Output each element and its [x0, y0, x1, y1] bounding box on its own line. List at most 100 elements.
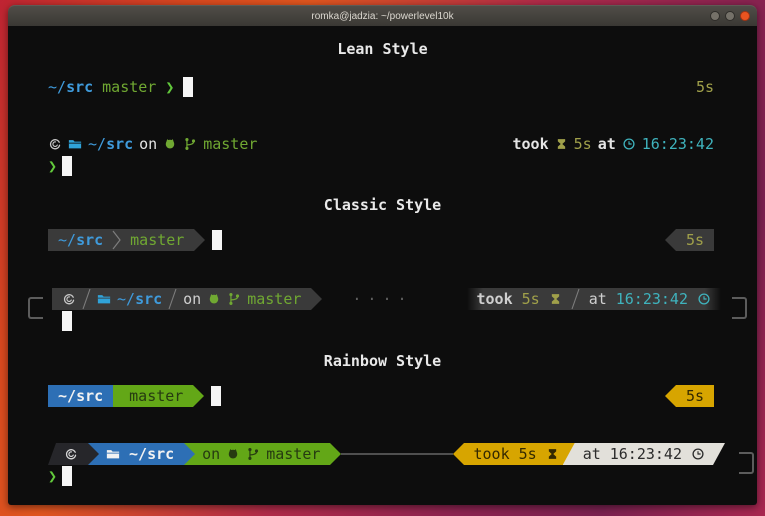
- at-label: at: [583, 443, 601, 465]
- on-label: on: [183, 288, 201, 310]
- clock-icon: [691, 447, 705, 461]
- lean-prompt-twoline-top: ~/src on master took 5s at 16:23:42: [48, 133, 714, 155]
- segment-time: at 16:23:42: [563, 443, 725, 465]
- close-button[interactable]: [740, 11, 750, 21]
- git-branch-label: master: [102, 76, 156, 98]
- duration-label: 5s: [686, 385, 704, 407]
- window-title: romka@jadzia: ~/powerlevel10k: [311, 11, 453, 22]
- classic-prompt-oneline: ~/src master 5s: [48, 229, 714, 251]
- segment-duration: 5s: [676, 385, 714, 407]
- lean-prompt-oneline: ~/src master ❯ 5s: [48, 76, 714, 98]
- segment-path: ~/src: [48, 385, 113, 407]
- powerline-arrow: [184, 443, 195, 465]
- path-dir: src: [106, 135, 133, 153]
- text-cursor: [183, 77, 193, 97]
- path-prefix: ~/: [58, 387, 76, 405]
- powerline-arrow: [311, 288, 322, 310]
- folder-icon: [97, 292, 111, 306]
- powerline-arrow: [194, 229, 205, 251]
- text-cursor: [211, 386, 221, 406]
- github-icon: [207, 292, 221, 306]
- took-label: took: [513, 133, 549, 155]
- clock-icon: [697, 292, 711, 306]
- os-logo-icon: [62, 292, 76, 306]
- prompt-frame-left: [28, 297, 43, 319]
- at-label: at: [589, 288, 607, 310]
- duration-label: 5s: [686, 229, 704, 251]
- hourglass-icon: [546, 447, 559, 461]
- terminal-content[interactable]: Lean Style ~/src master ❯ 5s ~/src on: [8, 26, 757, 505]
- terminal-window: romka@jadzia: ~/powerlevel10k Lean Style…: [8, 5, 757, 505]
- slash-separator-icon: [571, 288, 580, 310]
- took-label: took: [477, 288, 513, 310]
- git-branch-label: master: [266, 443, 320, 465]
- segment-status: took 5s at 16:23:42: [467, 288, 722, 310]
- took-label: took: [474, 443, 510, 465]
- prompt-char: ❯: [48, 465, 57, 487]
- maximize-button[interactable]: [725, 11, 735, 21]
- text-cursor: [62, 156, 72, 176]
- os-logo-icon: [48, 137, 62, 151]
- segment-os: [48, 443, 88, 465]
- powerline-arrow: [453, 443, 464, 465]
- prompt-frame-right: [739, 452, 754, 474]
- prompt-char: ❯: [48, 155, 57, 177]
- time-label: 16:23:42: [610, 443, 682, 465]
- section-title-classic: Classic Style: [24, 194, 741, 216]
- git-branch-icon: [227, 292, 241, 306]
- git-branch-label: master: [247, 288, 301, 310]
- on-label: on: [202, 443, 220, 465]
- git-branch-label: master: [129, 385, 183, 407]
- clock-icon: [622, 137, 636, 151]
- folder-icon: [106, 447, 120, 461]
- text-cursor: [62, 466, 72, 486]
- prompt-fill-line: [341, 453, 452, 455]
- path-dir: src: [76, 387, 103, 405]
- rainbow-prompt-oneline: ~/src master 5s: [48, 385, 714, 407]
- time-label: 16:23:42: [642, 133, 714, 155]
- path-prefix: ~/: [88, 135, 106, 153]
- github-icon: [226, 447, 240, 461]
- at-label: at: [598, 133, 616, 155]
- duration-label: 5s: [574, 133, 592, 155]
- section-title-lean: Lean Style: [24, 38, 741, 60]
- segment-duration: 5s: [676, 229, 714, 251]
- text-cursor: [212, 230, 222, 250]
- duration-label: 5s: [519, 443, 537, 465]
- slash-separator-icon: [82, 288, 91, 310]
- segment-path: ~/src: [88, 443, 184, 465]
- on-label: on: [139, 133, 157, 155]
- hourglass-icon: [549, 292, 562, 306]
- text-cursor: [62, 311, 72, 331]
- path-prefix: ~/: [117, 290, 135, 308]
- powerline-arrow: [88, 443, 99, 465]
- titlebar[interactable]: romka@jadzia: ~/powerlevel10k: [8, 5, 757, 26]
- folder-icon: [68, 137, 82, 151]
- powerline-arrow: [665, 229, 676, 251]
- window-controls: [710, 6, 750, 26]
- path-prefix: ~/: [129, 445, 147, 463]
- path-dir: src: [147, 445, 174, 463]
- segment-path: ~/src master: [48, 229, 194, 251]
- duration-label: 5s: [522, 288, 540, 310]
- prompt-char: ❯: [165, 76, 174, 98]
- rainbow-prompt-twoline-bottom: ❯: [48, 465, 741, 487]
- segment-branch: on master: [184, 443, 330, 465]
- segment-duration: took 5s: [464, 443, 575, 465]
- prompt-fill-dots: ····: [322, 288, 466, 310]
- git-branch-icon: [246, 447, 260, 461]
- path-dir: src: [76, 231, 103, 249]
- powerline-arrow: [665, 385, 676, 407]
- path-prefix: ~/: [48, 76, 66, 98]
- lean-prompt-twoline-bottom: ❯: [48, 155, 714, 177]
- hourglass-icon: [555, 137, 568, 151]
- github-icon: [163, 137, 177, 151]
- section-title-rainbow: Rainbow Style: [24, 350, 741, 372]
- git-branch-label: master: [130, 229, 184, 251]
- path-dir: src: [66, 76, 93, 98]
- chevron-separator-icon: [112, 229, 121, 251]
- minimize-button[interactable]: [710, 11, 720, 21]
- time-label: 16:23:42: [616, 288, 688, 310]
- os-logo-icon: [64, 447, 78, 461]
- segment-branch: master: [113, 385, 193, 407]
